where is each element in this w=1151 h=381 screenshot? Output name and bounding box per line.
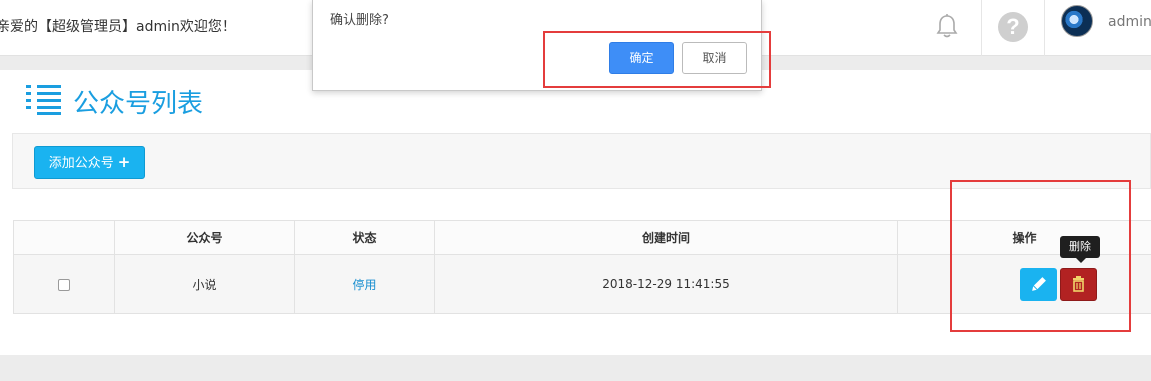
annotation-box <box>950 180 1131 332</box>
welcome-message: 亲爱的【超级管理员】admin欢迎您！ <box>0 19 236 35</box>
column-header-account: 公众号 <box>114 220 295 255</box>
add-account-label: 添加公众号 <box>48 156 114 171</box>
row-checkbox[interactable] <box>58 278 70 291</box>
status-toggle-link[interactable]: 停用 <box>352 278 376 292</box>
status-cell: 停用 <box>294 254 435 314</box>
account-name: 小说 <box>114 254 295 314</box>
bell-icon[interactable] <box>936 13 958 39</box>
page-title: 公众号列表 <box>73 89 204 119</box>
column-header-select <box>13 220 115 255</box>
created-time: 2018-12-29 11:41:55 <box>434 254 898 314</box>
user-name[interactable]: admin <box>1108 14 1151 30</box>
column-header-created: 创建时间 <box>434 220 898 255</box>
row-select-cell <box>13 254 115 314</box>
help-icon[interactable]: ? <box>998 12 1028 42</box>
annotation-box <box>543 31 771 88</box>
column-header-status: 状态 <box>294 220 435 255</box>
plus-icon: + <box>117 153 131 171</box>
header-divider <box>1044 0 1045 56</box>
dialog-message: 确认删除? <box>330 13 389 28</box>
list-icon <box>26 85 61 115</box>
avatar[interactable] <box>1061 5 1093 37</box>
add-account-button[interactable]: 添加公众号 + <box>34 146 145 179</box>
header-divider <box>981 0 982 56</box>
